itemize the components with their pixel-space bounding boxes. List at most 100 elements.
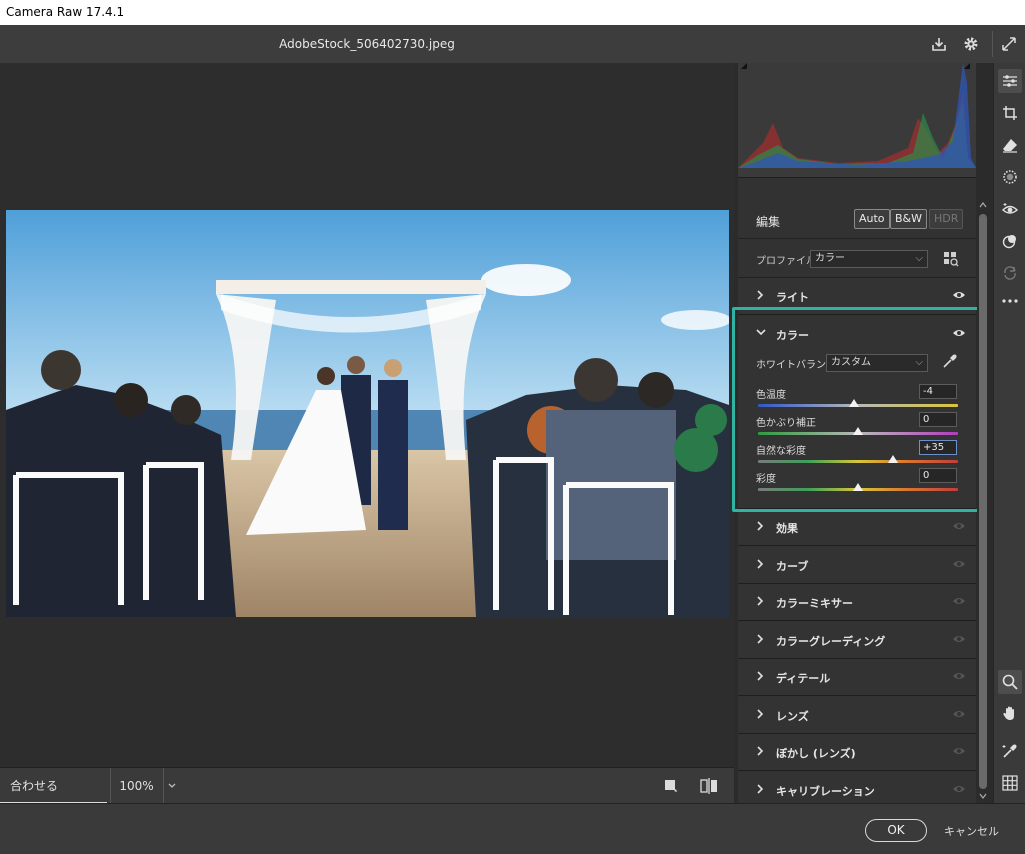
section-label: ライト (776, 291, 809, 304)
section-6[interactable]: レンズ (738, 697, 976, 734)
section-label: ぼかし (レンズ) (776, 747, 856, 760)
eye-icon[interactable] (952, 746, 966, 756)
chevron-right-icon (757, 290, 764, 300)
profile-row: プロファイル カラー ⌵ (738, 240, 976, 278)
section-color-header[interactable]: カラー (738, 316, 976, 353)
chevron-right-icon (757, 671, 764, 681)
section-label: カラーグレーディング (776, 635, 886, 648)
vibrance-slider[interactable] (758, 460, 958, 463)
chevron-right-icon (757, 596, 764, 606)
section-light[interactable]: ライト (738, 278, 976, 315)
zoom-tool-icon[interactable] (998, 670, 1022, 694)
section-label: キャリブレーション (776, 785, 875, 798)
section-5[interactable]: ディテール (738, 659, 976, 696)
temperature-value[interactable]: -4 (919, 384, 957, 399)
eye-icon[interactable] (952, 290, 966, 300)
eye-icon[interactable] (952, 709, 966, 719)
masking-icon[interactable] (998, 165, 1022, 189)
more-icon[interactable] (998, 289, 1022, 313)
header-divider (992, 31, 993, 57)
chevron-down-icon: ⌵ (915, 357, 923, 368)
app-header: AdobeStock_506402730.jpeg (0, 25, 1025, 63)
gear-icon[interactable] (960, 33, 982, 55)
eye-icon[interactable] (952, 671, 966, 681)
profile-select-value: カラー (815, 253, 845, 264)
white-balance-select[interactable]: カスタム ⌵ (826, 354, 928, 372)
edit-sliders-icon[interactable] (998, 69, 1022, 93)
edit-header: 編集 Auto B&W HDR (738, 201, 976, 239)
section-4[interactable]: カラーグレーディング (738, 622, 976, 659)
temperature-thumb[interactable] (849, 399, 859, 407)
snapshots-icon[interactable] (998, 261, 1022, 285)
hand-tool-icon[interactable] (998, 701, 1022, 725)
section-label: カラー (776, 329, 809, 342)
scroll-up-icon[interactable] (979, 202, 987, 208)
section-3[interactable]: カラーミキサー (738, 584, 976, 621)
section-label: カラーミキサー (776, 597, 853, 610)
zoom-fit-button[interactable]: 合わせる (22.6%) (0, 768, 107, 829)
edit-panel: 編集 Auto B&W HDR プロファイル カラー ⌵ ライト カラー ホワイ… (738, 63, 976, 809)
temperature-label: 色温度 (756, 390, 786, 401)
chevron-right-icon (757, 634, 764, 644)
chevron-right-icon (757, 709, 764, 719)
eye-icon[interactable] (952, 634, 966, 644)
section-7[interactable]: ぼかし (レンズ) (738, 734, 976, 771)
tint-value[interactable]: 0 (919, 412, 957, 427)
section-label: レンズ (776, 710, 809, 723)
red-eye-icon[interactable] (998, 197, 1022, 221)
dialog-footer: OK キャンセル (0, 803, 1025, 854)
hdr-button[interactable]: HDR (929, 209, 964, 229)
tool-strip (993, 63, 1025, 803)
panel-scrollbar[interactable] (977, 200, 989, 803)
status-bar: 合わせる (22.6%) 100% (0, 767, 734, 829)
eye-icon[interactable] (952, 559, 966, 569)
chevron-right-icon (757, 559, 764, 569)
chevron-right-icon (757, 521, 764, 531)
presets-icon[interactable] (998, 229, 1022, 253)
vibrance-thumb[interactable] (888, 455, 898, 463)
chevron-right-icon (757, 746, 764, 756)
grid-overlay-icon[interactable] (998, 771, 1022, 795)
saturation-value[interactable]: 0 (919, 468, 957, 483)
vibrance-value[interactable]: +35 (919, 440, 957, 455)
chevron-down-icon (756, 329, 766, 336)
cancel-button[interactable]: キャンセル (944, 823, 999, 839)
section-1[interactable]: 効果 (738, 509, 976, 546)
section-color: カラー ホワイトバランス カスタム ⌵ 色温度 -4 色かぶり補正 0 自然な彩… (738, 316, 976, 509)
scroll-down-icon[interactable] (979, 793, 987, 799)
histogram (738, 63, 976, 178)
edit-title: 編集 (756, 215, 781, 229)
section-2[interactable]: カーブ (738, 547, 976, 584)
chevron-right-icon (757, 784, 764, 794)
tint-thumb[interactable] (853, 427, 863, 435)
vibrance-label: 自然な彩度 (756, 446, 806, 457)
preview-image (6, 210, 729, 617)
auto-button[interactable]: Auto (854, 209, 890, 229)
zoom-100-button[interactable]: 100% (110, 768, 162, 804)
crop-icon[interactable] (998, 101, 1022, 125)
scrollbar-thumb[interactable] (979, 214, 987, 789)
bw-button[interactable]: B&W (890, 209, 928, 229)
eye-icon[interactable] (952, 328, 966, 338)
fullscreen-icon[interactable] (998, 33, 1020, 55)
section-label: ディテール (776, 672, 831, 685)
color-sampler-icon[interactable] (998, 739, 1022, 763)
profile-select[interactable]: カラー ⌵ (810, 250, 928, 268)
section-label: 効果 (776, 522, 798, 535)
eraser-icon[interactable] (998, 133, 1022, 157)
profile-browser-icon[interactable] (943, 251, 959, 267)
window-title: Camera Raw 17.4.1 (0, 0, 1025, 25)
zoom-dropdown-icon[interactable] (163, 768, 179, 804)
image-canvas[interactable] (0, 63, 734, 767)
save-icon[interactable] (928, 33, 950, 55)
split-view-icon[interactable] (700, 778, 718, 794)
eyedropper-icon[interactable] (942, 353, 958, 369)
tint-label: 色かぶり補正 (756, 418, 816, 429)
ok-button[interactable]: OK (865, 819, 927, 842)
saturation-label: 彩度 (756, 474, 776, 485)
saturation-thumb[interactable] (853, 483, 863, 491)
before-after-view-icon[interactable] (664, 779, 678, 793)
eye-icon[interactable] (952, 784, 966, 794)
eye-icon[interactable] (952, 596, 966, 606)
eye-icon[interactable] (952, 521, 966, 531)
